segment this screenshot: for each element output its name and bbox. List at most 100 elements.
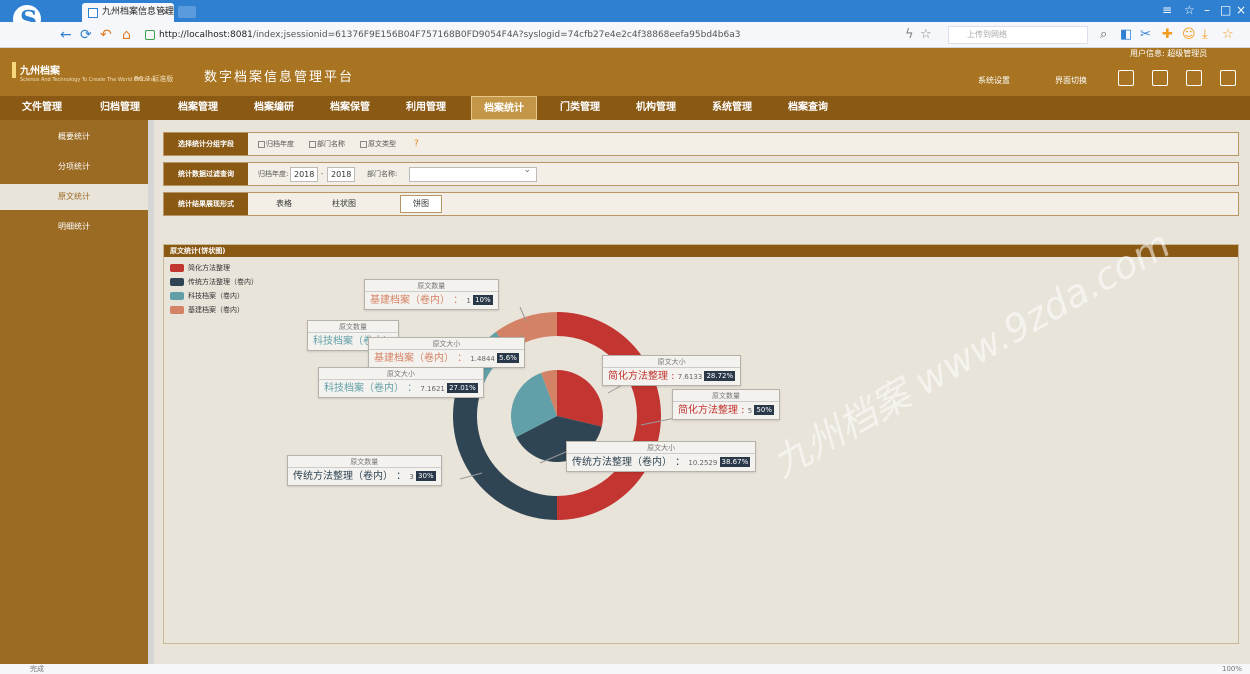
- tooltip-value: 7.1621: [420, 385, 448, 393]
- menu-item-file-management[interactable]: 文件管理: [12, 96, 72, 120]
- menu-item-archiving[interactable]: 归档管理: [88, 96, 152, 120]
- close-window-icon[interactable]: ×: [1236, 3, 1246, 17]
- sidebar-item-original[interactable]: 原文统计: [0, 184, 148, 210]
- checkbox-icon: [360, 140, 367, 148]
- star-icon[interactable]: ☆: [920, 27, 932, 42]
- view-table-option[interactable]: 表格: [276, 193, 292, 215]
- skin-icon[interactable]: ☆: [1184, 3, 1195, 17]
- menu-item-system[interactable]: 系统管理: [700, 96, 764, 120]
- tooltip-series-name: 基建档案（卷内） ：: [370, 295, 467, 306]
- url-host: http://localhost:8081: [159, 30, 253, 40]
- chart-tooltip: 原文数量 基建档案（卷内） ： 1 10%: [364, 279, 499, 310]
- undo-icon[interactable]: ↶: [100, 27, 112, 43]
- view-bar-option[interactable]: 柱状图: [332, 193, 356, 215]
- maximize-icon[interactable]: □: [1220, 3, 1231, 17]
- menu-item-query[interactable]: 档案查询: [776, 96, 840, 120]
- extension-icon[interactable]: ✚: [1162, 27, 1173, 42]
- sidebar-item-detail[interactable]: 明细统计: [0, 214, 148, 240]
- group-field-label: 选择统计分组字段: [164, 133, 248, 155]
- tab-favicon-icon: [88, 8, 98, 18]
- minimize-icon[interactable]: –: [1204, 3, 1210, 17]
- chart-tooltip: 原文大小 科技档案（卷内） ： 7.1621 27.01%: [318, 367, 484, 398]
- view-pie-option[interactable]: 饼图: [400, 195, 442, 213]
- home-icon[interactable]: ⌂: [122, 27, 131, 43]
- group-field-row: 选择统计分组字段 归档年度 部门名称 原文类型 ?: [163, 132, 1239, 156]
- address-bar[interactable]: http://localhost:8081/index;jsessionid=6…: [145, 26, 895, 44]
- search-icon[interactable]: ⌕: [1100, 27, 1107, 42]
- brand-mark-icon: [12, 62, 16, 78]
- tooltip-metric: 原文大小: [603, 356, 741, 368]
- switch-ui-link[interactable]: 界面切换: [1055, 75, 1087, 86]
- tooltip-value: 10.2529: [688, 459, 720, 467]
- filter-query-row: 统计数据过滤查询 归档年度: 2018 - 2018 部门名称:: [163, 162, 1239, 186]
- cut-icon[interactable]: ✂: [1140, 27, 1151, 42]
- tooltip-value: 3: [409, 473, 417, 481]
- tab-close-icon[interactable]: ×: [162, 3, 170, 22]
- system-name: 数字档案信息管理平台: [204, 70, 355, 85]
- menu-item-compilation[interactable]: 档案编研: [242, 96, 306, 120]
- print-icon[interactable]: [1186, 70, 1202, 86]
- status-bar: 完成 100%: [0, 664, 1250, 674]
- menu-item-storage[interactable]: 档案保管: [318, 96, 382, 120]
- browser-navbar: ← ⟳ ↶ ⌂ http://localhost:8081/index;jses…: [0, 22, 1250, 48]
- sidebar-item-itemized[interactable]: 分项统计: [0, 154, 148, 180]
- menu-item-category[interactable]: 门类管理: [548, 96, 612, 120]
- bolt-icon[interactable]: ϟ: [905, 27, 914, 42]
- calendar-icon[interactable]: [1152, 70, 1168, 86]
- system-settings-link[interactable]: 系统设置: [978, 75, 1010, 86]
- emoji-icon[interactable]: ☺: [1182, 27, 1196, 42]
- new-tab-button[interactable]: [178, 6, 196, 18]
- forward-icon[interactable]: ⟳: [80, 27, 92, 43]
- logout-icon[interactable]: [1220, 70, 1236, 86]
- menu-item-usage[interactable]: 利用管理: [394, 96, 458, 120]
- view-mode-row: 统计结果展现形式 表格 柱状图 饼图: [163, 192, 1239, 216]
- department-select[interactable]: [409, 165, 537, 182]
- download-icon[interactable]: ⤓: [1202, 27, 1208, 42]
- menu-item-statistics[interactable]: 档案统计: [471, 96, 537, 120]
- tooltip-metric: 原文大小: [319, 368, 483, 380]
- tooltip-metric: 原文数量: [288, 456, 441, 468]
- tooltip-value: 5: [747, 407, 755, 415]
- sidebar-item-summary[interactable]: 概要统计: [0, 124, 148, 150]
- view-mode-label: 统计结果展现形式: [164, 193, 248, 215]
- menu-item-archive-management[interactable]: 档案管理: [166, 96, 230, 120]
- option-archive-year[interactable]: 归档年度: [258, 133, 294, 155]
- tooltip-series-name: 科技档案（卷内） ：: [324, 383, 421, 394]
- tooltip-percent-badge: 38.67%: [719, 457, 751, 467]
- tooltip-percent-badge: 30%: [416, 471, 436, 481]
- chart-tooltip: 原文数量传统方法整理（卷内） ： 3 30%: [287, 455, 442, 486]
- menu-icon[interactable]: ≡: [1162, 3, 1172, 17]
- option-original-type[interactable]: 原文类型: [360, 133, 396, 155]
- tooltip-percent-badge: 10%: [473, 295, 493, 305]
- help-icon[interactable]: ?: [414, 133, 419, 155]
- tooltip-series-name: 简化方法整理 :: [608, 371, 678, 382]
- browser-tab[interactable]: 九州档案信息管理平台 ×: [82, 3, 174, 22]
- main-menu: 文件管理 归档管理 档案管理 档案编研 档案保管 利用管理 档案统计 门类管理 …: [0, 96, 1250, 120]
- year-separator: -: [321, 170, 324, 178]
- tooltip-metric: 原文数量: [308, 321, 398, 333]
- url-path: /index;jsessionid=61376F9E156B04F757168B…: [252, 30, 741, 40]
- tooltip-metric: 原文大小: [567, 442, 756, 454]
- browser-titlebar: 九州档案信息管理平台 × ≡ ☆ – □ ×: [0, 0, 1250, 36]
- tooltip-series-name: 简化方法整理 :: [678, 405, 748, 416]
- option-department[interactable]: 部门名称: [309, 133, 345, 155]
- year-from-input[interactable]: 2018: [290, 167, 318, 182]
- checkbox-icon: [309, 140, 316, 148]
- year-to-input[interactable]: 2018: [327, 167, 355, 182]
- checkbox-icon: [258, 140, 265, 148]
- secure-shield-icon: [145, 30, 155, 40]
- menu-item-organization[interactable]: 机构管理: [624, 96, 688, 120]
- tooltip-value: 1.4844: [470, 355, 498, 363]
- tooltip-metric: 原文数量: [365, 280, 498, 292]
- home-icon[interactable]: [1118, 70, 1134, 86]
- favorites-icon[interactable]: ☆: [1222, 27, 1234, 42]
- tooltip-percent-badge: 50%: [754, 405, 774, 415]
- tooltip-series-name: 传统方法整理（卷内） ：: [293, 471, 410, 482]
- user-info: 用户信息: 超级管理员: [1130, 49, 1208, 58]
- back-icon[interactable]: ←: [60, 27, 72, 43]
- tooltip-percent-badge: 28.72%: [704, 371, 736, 381]
- sidebar: 概要统计 分项统计 原文统计 明细统计: [0, 120, 148, 664]
- tooltip-percent-badge: 5.6%: [497, 353, 519, 363]
- sidebar-toggle-icon[interactable]: ◧: [1120, 27, 1132, 42]
- browser-search-input[interactable]: 上传到网络: [948, 26, 1088, 44]
